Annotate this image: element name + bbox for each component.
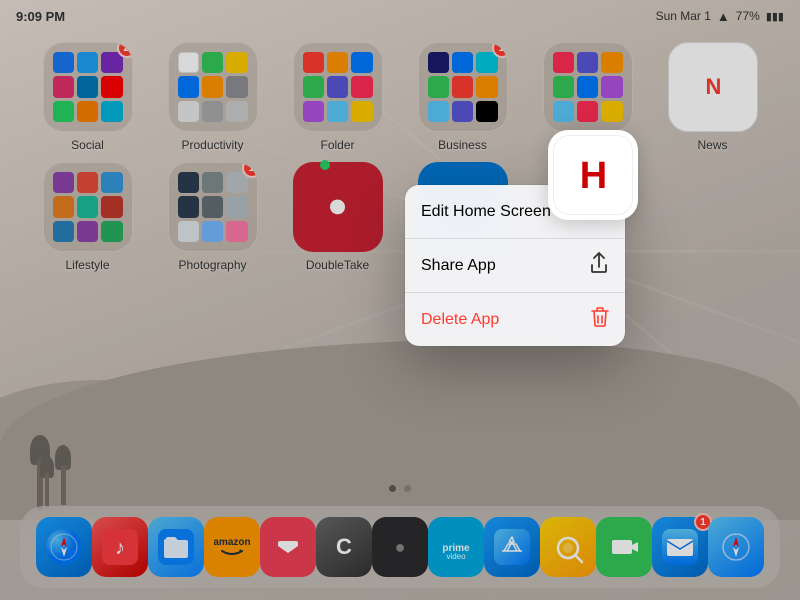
share-app-label: Share App [421,257,496,275]
context-overlay[interactable] [0,0,800,600]
context-delete-app[interactable]: Delete App [405,293,625,346]
selected-app[interactable]: H [548,130,638,220]
context-share-app[interactable]: Share App [405,239,625,293]
svg-text:H: H [579,155,606,197]
trash-icon [591,306,609,333]
edit-home-label: Edit Home Screen [421,203,551,221]
delete-app-label: Delete App [421,311,499,329]
share-icon [589,252,609,279]
